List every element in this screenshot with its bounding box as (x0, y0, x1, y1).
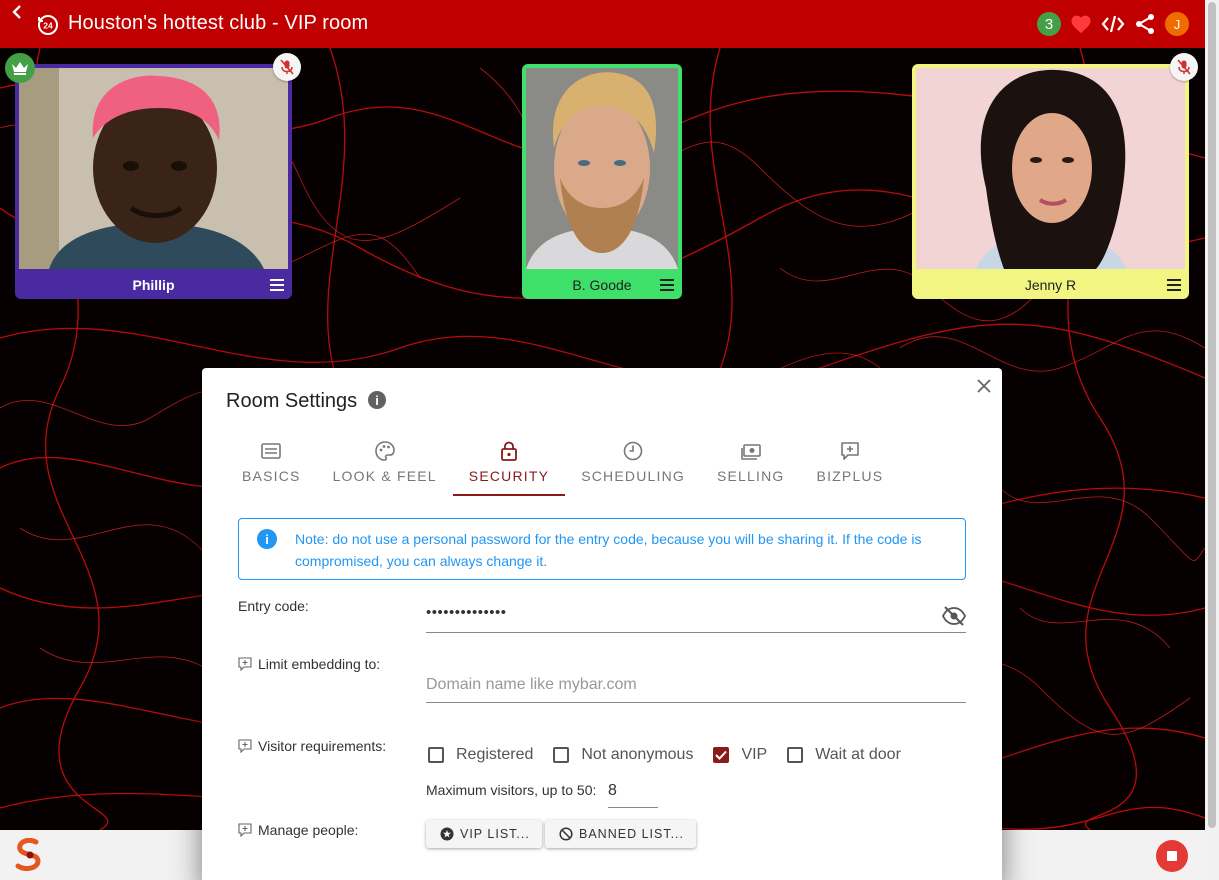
cash-icon (740, 444, 761, 460)
limit-embedding-label: Limit embedding to: (238, 656, 380, 672)
participant-name: Phillip (132, 277, 175, 293)
comment-plus-icon (841, 442, 859, 460)
visitor-requirements-label: Visitor requirements: (238, 738, 386, 754)
checkbox-not-anonymous[interactable]: Not anonymous (553, 746, 693, 764)
heart-icon[interactable] (1069, 12, 1093, 36)
embedding-domain-input[interactable]: Domain name like mybar.com (426, 676, 637, 694)
checkbox-wait-at-door[interactable]: Wait at door (787, 746, 901, 764)
comment-plus-icon (238, 823, 252, 837)
app-bar: 24 Houston's hottest club - VIP room 3 J (0, 0, 1205, 48)
entry-code-label: Entry code: (238, 598, 309, 614)
embedding-domain-field[interactable]: Domain name like mybar.com (426, 668, 966, 703)
star-circle-icon (440, 827, 454, 841)
tab-look-and-feel[interactable]: LOOK & FEEL (317, 434, 453, 498)
participant-video (916, 68, 1185, 269)
security-note-alert: i Note: do not use a personal password f… (238, 518, 966, 580)
participant-video (526, 68, 678, 269)
close-icon[interactable] (976, 378, 992, 394)
check-icon (715, 750, 728, 760)
max-visitors-label: Maximum visitors, up to 50: (426, 782, 597, 798)
entry-code-field[interactable]: •••••••••••••• (426, 600, 966, 633)
room-title: Houston's hottest club - VIP room (68, 12, 369, 34)
back-arrow-icon[interactable] (10, 4, 26, 20)
checkbox-box-checked[interactable] (713, 747, 730, 763)
info-icon: i (257, 529, 277, 549)
scrollbar-thumb[interactable] (1208, 2, 1216, 828)
palette-icon (374, 441, 395, 461)
visitor-requirements-options: Registered Not anonymous VIP Wait at doo… (428, 746, 921, 764)
stop-icon (1167, 851, 1177, 861)
max-visitors-input[interactable]: 8 (608, 780, 658, 808)
entry-code-input[interactable]: •••••••••••••• (426, 604, 507, 621)
vip-list-button[interactable]: VIP LIST... (426, 820, 542, 848)
checkbox-box[interactable] (553, 747, 570, 763)
muted-mic-icon[interactable] (273, 53, 301, 81)
tab-selling[interactable]: SELLING (701, 434, 801, 498)
svg-text:24: 24 (43, 21, 53, 31)
checkbox-registered[interactable]: Registered (428, 746, 533, 764)
participant-count-badge[interactable]: 3 (1037, 12, 1061, 36)
host-crown-icon (5, 53, 35, 83)
muted-mic-icon[interactable] (1170, 53, 1198, 81)
room-settings-dialog: Room Settings i BASICS LOOK & FEEL SECUR… (202, 368, 1002, 880)
scrollbar[interactable] (1205, 0, 1219, 880)
s-brand-logo-icon[interactable] (14, 838, 44, 872)
participant-tile-b-goode[interactable]: B. Goode (522, 64, 682, 299)
manage-people-label: Manage people: (238, 822, 358, 838)
24-hour-logo-icon: 24 (38, 15, 58, 35)
dialog-title: Room Settings (226, 390, 358, 412)
comment-plus-icon (238, 739, 252, 753)
comment-plus-icon (238, 657, 252, 671)
participant-name: B. Goode (572, 277, 632, 293)
tab-basics[interactable]: BASICS (226, 434, 317, 498)
block-icon (559, 827, 573, 841)
stop-button[interactable] (1156, 840, 1188, 872)
checkbox-box[interactable] (787, 747, 804, 763)
settings-tabs: BASICS LOOK & FEEL SECURITY SCHEDULING S… (226, 434, 899, 498)
list-box-icon (261, 443, 282, 459)
checkbox-vip[interactable]: VIP (713, 746, 767, 764)
tab-security[interactable]: SECURITY (452, 434, 566, 498)
lock-icon (501, 441, 517, 461)
embed-code-icon[interactable] (1101, 12, 1125, 36)
participant-name: Jenny R (1024, 277, 1077, 293)
tab-bizplus[interactable]: BIZPLUS (801, 434, 900, 498)
menu-icon[interactable] (270, 279, 284, 291)
alert-text: Note: do not use a personal password for… (295, 531, 922, 569)
tab-scheduling[interactable]: SCHEDULING (565, 434, 701, 498)
checkbox-box[interactable] (428, 747, 444, 763)
info-icon[interactable]: i (368, 391, 386, 409)
banned-list-button[interactable]: BANNED LIST... (545, 820, 696, 848)
user-avatar[interactable]: J (1165, 12, 1189, 36)
share-icon[interactable] (1133, 12, 1157, 36)
participant-tile-phillip[interactable]: Phillip (15, 64, 292, 299)
visibility-off-icon[interactable] (942, 606, 966, 626)
menu-icon[interactable] (660, 279, 674, 291)
participant-tile-jenny-r[interactable]: Jenny R (912, 64, 1189, 299)
clock-icon (623, 441, 643, 461)
participant-video (19, 68, 288, 269)
menu-icon[interactable] (1167, 279, 1181, 291)
